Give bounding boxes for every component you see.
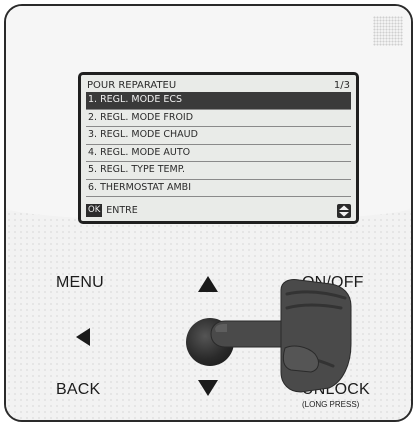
back-button[interactable]: BACK [56,381,100,399]
menu-list: 1. REGL. MODE ECS 2. REGL. MODE FROID 3.… [86,92,351,197]
unlock-button[interactable]: UNLOCK [302,381,370,399]
menu-item-regl-mode-ecs[interactable]: 1. REGL. MODE ECS [86,92,351,110]
lcd-bezel: POUR REPARATEU 1/3 1. REGL. MODE ECS 2. … [78,72,359,224]
menu-item-regl-mode-chaud[interactable]: 3. REGL. MODE CHAUD [86,127,351,145]
arrow-right-icon[interactable] [336,328,350,346]
on-off-button[interactable]: ON/OFF [302,274,364,292]
lcd-footer: OK ENTRE [86,202,351,218]
arrow-left-icon[interactable] [76,328,90,346]
menu-item-regl-mode-froid[interactable]: 2. REGL. MODE FROID [86,110,351,127]
page-indicator: 1/3 [333,79,350,91]
menu-item-thermostat-ambi[interactable]: 6. THERMOSTAT AMBI [86,180,351,197]
menu-title: POUR REPARATEU [87,79,177,91]
sensor-grille [373,16,403,46]
lcd-screen: POUR REPARATEU 1/3 1. REGL. MODE ECS 2. … [81,75,356,221]
menu-item-regl-mode-auto[interactable]: 4. REGL. MODE AUTO [86,145,351,162]
scroll-up-down-icon [337,204,351,218]
menu-button[interactable]: MENU [56,274,104,292]
lcd-header: POUR REPARATEU 1/3 [87,78,350,92]
arrow-up-icon[interactable] [198,276,218,292]
ok-badge: OK [86,203,103,217]
center-ok-button[interactable] [186,318,234,366]
wired-controller: POUR REPARATEU 1/3 1. REGL. MODE ECS 2. … [4,4,413,422]
menu-item-regl-type-temp[interactable]: 5. REGL. TYPE TEMP. [86,162,351,180]
ok-action-label: ENTRE [106,204,138,216]
unlock-hint: (LONG PRESS) [302,400,360,409]
arrow-down-icon[interactable] [198,380,218,396]
